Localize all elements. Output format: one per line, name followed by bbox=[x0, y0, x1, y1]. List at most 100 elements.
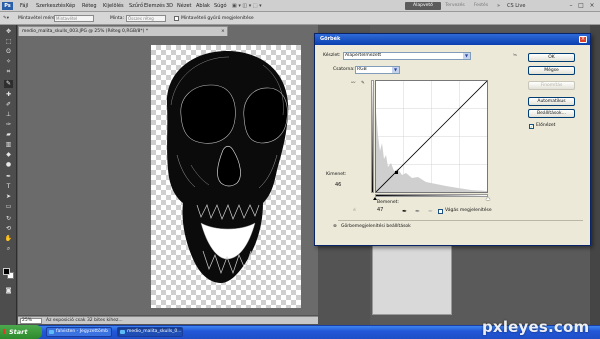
taskbar-item-notepad[interactable]: falvisten - Jegyzettömb bbox=[46, 327, 112, 337]
image-canvas[interactable] bbox=[151, 45, 301, 308]
channel-select[interactable]: RGB ▼ bbox=[355, 66, 400, 74]
quick-mask-icon[interactable]: ◙ bbox=[4, 287, 13, 295]
watermark: pxleyes.com bbox=[482, 318, 590, 336]
3d-camera-tool-icon[interactable]: ⟲ bbox=[4, 225, 13, 233]
gradient-tool-icon[interactable]: ▥ bbox=[4, 141, 13, 149]
eyedropper-tool-icon[interactable]: ✎▾ bbox=[3, 15, 9, 22]
menu-window[interactable]: Ablak bbox=[196, 2, 210, 10]
output-label: Kimenet: bbox=[326, 172, 347, 177]
menu-edit[interactable]: Szerkesztés bbox=[36, 2, 66, 10]
dialog-close-icon[interactable]: × bbox=[579, 36, 587, 43]
display-options-label[interactable]: Görbemegjelenítési beállítások bbox=[341, 224, 411, 230]
minimize-icon[interactable]: – bbox=[567, 2, 575, 10]
taskbar-item-photoshop[interactable]: medio_malita_skulls_0... bbox=[117, 327, 183, 337]
history-brush-tool-icon[interactable]: ✑ bbox=[4, 121, 13, 129]
ok-button[interactable]: OK bbox=[528, 53, 575, 62]
options-bar: ✎▾ Mintavétel mérete: Mintavétel Minta: … bbox=[0, 12, 600, 25]
gray-point-eyedropper-icon[interactable]: ✒ bbox=[414, 208, 421, 215]
dialog-title: Görbék bbox=[320, 36, 341, 42]
clone-stamp-tool-icon[interactable]: ⊥ bbox=[4, 111, 13, 119]
lasso-tool-icon[interactable]: ʘ bbox=[4, 48, 13, 56]
pencil-draw-tool-icon[interactable]: ✎ bbox=[361, 81, 365, 87]
healing-tool-icon[interactable]: ✚ bbox=[4, 91, 13, 99]
show-clipping-checkbox[interactable]: ✓ bbox=[438, 209, 443, 214]
cancel-button[interactable]: Mégse bbox=[528, 66, 575, 75]
menu-view[interactable]: Nézet bbox=[177, 2, 191, 10]
notepad-icon bbox=[49, 330, 54, 334]
channel-value: RGB bbox=[357, 67, 367, 72]
panel-icon-strip bbox=[590, 25, 600, 325]
windows-logo-icon bbox=[3, 329, 8, 334]
eyedropper-tool-icon[interactable]: ✎ bbox=[4, 80, 13, 88]
curves-graph[interactable] bbox=[375, 80, 488, 193]
workspace-painting[interactable]: Festés bbox=[470, 2, 492, 10]
sample-label: Minta: bbox=[110, 16, 125, 21]
menu-help[interactable]: Súgó bbox=[214, 2, 227, 10]
workspace-essentials[interactable]: Alapvető bbox=[405, 2, 441, 10]
options-button[interactable]: Beállítások... bbox=[528, 109, 575, 118]
preset-options-icon[interactable]: ≒ bbox=[513, 53, 517, 59]
menu-layer[interactable]: Réteg bbox=[82, 2, 97, 10]
brush-tool-icon[interactable]: ✐ bbox=[4, 101, 13, 109]
zoom-tool-icon[interactable]: ⌕ bbox=[4, 245, 13, 253]
white-point-eyedropper-icon[interactable]: ✒ bbox=[427, 208, 434, 215]
crop-tool-icon[interactable]: ⌗ bbox=[4, 68, 13, 76]
preset-select[interactable]: Alapértelmezett ▼ bbox=[343, 52, 471, 60]
maximize-icon[interactable]: □ bbox=[577, 2, 585, 10]
output-gradient-bar bbox=[371, 80, 374, 193]
auto-button[interactable]: Automatikus bbox=[528, 97, 575, 106]
quick-select-tool-icon[interactable]: ✧ bbox=[4, 58, 13, 66]
shape-tool-icon[interactable]: ▭ bbox=[4, 203, 13, 211]
toolbar-icons[interactable]: ▣ ▾ ◫ ▾ ⬚ ▾ bbox=[232, 2, 262, 10]
black-point-eyedropper-icon[interactable]: ✒ bbox=[401, 208, 408, 215]
hand-tool-icon[interactable]: ✋ bbox=[4, 235, 13, 243]
blur-tool-icon[interactable]: ◆ bbox=[4, 151, 13, 159]
target-adjust-tool-icon[interactable]: ☝ bbox=[353, 208, 356, 214]
eraser-tool-icon[interactable]: ▰ bbox=[4, 131, 13, 139]
type-tool-icon[interactable]: T bbox=[4, 183, 13, 191]
menu-file[interactable]: Fájl bbox=[20, 2, 28, 10]
zoom-level-field[interactable]: 25% bbox=[20, 318, 42, 324]
photoshop-icon bbox=[120, 330, 125, 334]
menu-analysis[interactable]: Elemzés bbox=[144, 2, 165, 10]
white-point-slider[interactable] bbox=[486, 197, 490, 200]
curve-point-tool-icon[interactable]: 〰 bbox=[351, 81, 356, 87]
smooth-button[interactable]: Finomítás bbox=[528, 81, 575, 90]
expand-options-icon[interactable]: ⊗ bbox=[333, 224, 337, 230]
document-title: medio_malita_skulls_003.JPG @ 25% (Réteg… bbox=[22, 29, 149, 34]
move-tool-icon[interactable]: ✥ bbox=[4, 28, 13, 36]
pen-tool-icon[interactable]: ✒ bbox=[4, 173, 13, 181]
document-close-icon[interactable]: × bbox=[221, 29, 225, 35]
dialog-title-bar[interactable]: Görbék bbox=[315, 34, 590, 45]
input-label: Bemenet: bbox=[377, 200, 399, 205]
close-icon[interactable]: × bbox=[588, 2, 596, 10]
dodge-tool-icon[interactable]: ● bbox=[4, 161, 13, 169]
sample-select[interactable]: Összes réteg bbox=[126, 15, 166, 22]
foreground-color-swatch[interactable] bbox=[3, 268, 10, 275]
channel-label: Csatorna: bbox=[333, 67, 355, 72]
menu-3d[interactable]: 3D bbox=[166, 2, 173, 10]
document-tab[interactable]: medio_malita_skulls_003.JPG @ 25% (Réteg… bbox=[18, 26, 228, 36]
show-ring-checkbox[interactable] bbox=[174, 16, 179, 21]
preset-value: Alapértelmezett bbox=[345, 53, 382, 58]
path-select-tool-icon[interactable]: ➤ bbox=[4, 193, 13, 201]
tools-panel: ✥ ⬚ ʘ ✧ ⌗ ✎ ✚ ✐ ⊥ ✑ ▰ ▥ ◆ ● ✒ T ➤ ▭ ↻ ⟲ … bbox=[0, 25, 17, 325]
sample-size-select[interactable]: Mintavétel bbox=[54, 15, 94, 22]
preview-checkbox[interactable]: ✓ bbox=[529, 124, 534, 129]
menu-bar: Ps Fájl Szerkesztés Kép Réteg Kijelölés … bbox=[0, 0, 600, 12]
output-value[interactable]: 46 bbox=[335, 182, 341, 189]
input-value[interactable]: 47 bbox=[377, 207, 383, 214]
3d-rotate-tool-icon[interactable]: ↻ bbox=[4, 215, 13, 223]
menu-select[interactable]: Kijelölés bbox=[103, 2, 124, 10]
status-bar: 25% Az exposició csak 32 bites kihez... bbox=[18, 316, 318, 324]
workspace-design[interactable]: Tervezés bbox=[443, 2, 467, 10]
curve-point[interactable] bbox=[395, 171, 398, 174]
black-point-slider[interactable] bbox=[373, 197, 377, 200]
marquee-tool-icon[interactable]: ⬚ bbox=[4, 38, 13, 46]
photoshop-logo: Ps bbox=[2, 2, 13, 10]
workspace-more-icon[interactable]: » bbox=[497, 2, 500, 10]
menu-filter[interactable]: Szűrő bbox=[129, 2, 143, 10]
cs-live-button[interactable]: CS Live bbox=[507, 2, 525, 10]
menu-image[interactable]: Kép bbox=[66, 2, 75, 10]
chevron-down-icon: ▼ bbox=[392, 67, 399, 73]
